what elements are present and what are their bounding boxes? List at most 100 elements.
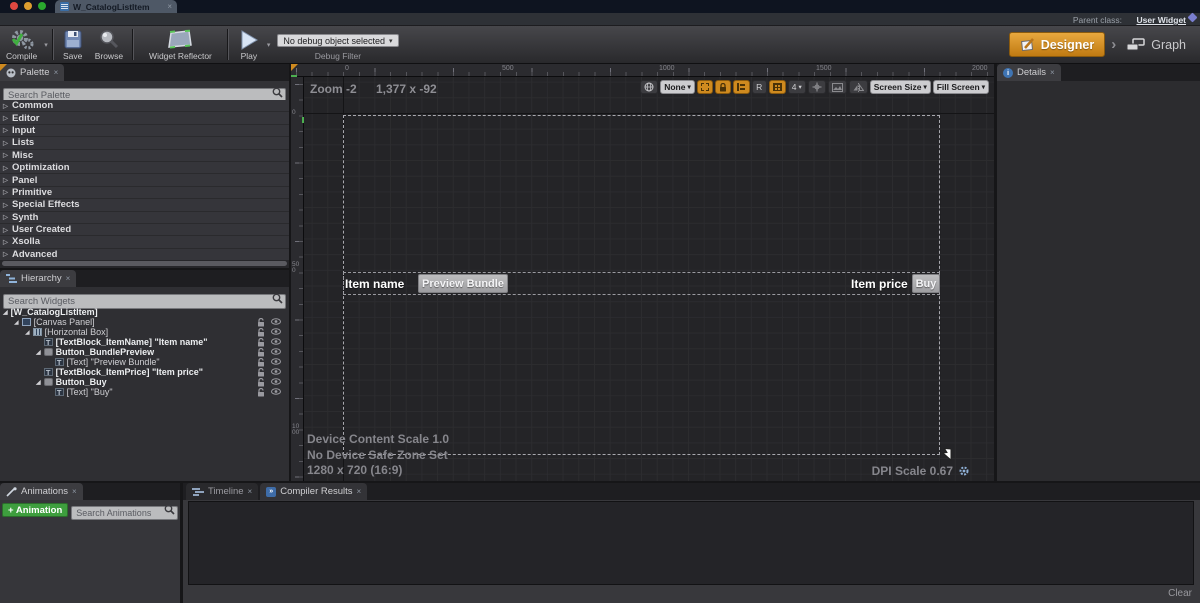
- lock-open-icon[interactable]: [257, 368, 265, 377]
- close-icon[interactable]: [1050, 69, 1055, 77]
- buy-button-widget[interactable]: Buy: [912, 274, 940, 293]
- collapse-arrow-icon[interactable]: [36, 379, 41, 386]
- tab-animations[interactable]: Animations: [0, 483, 83, 500]
- widget-reflector-button[interactable]: Widget Reflector: [137, 26, 224, 63]
- animation-search-input[interactable]: [71, 506, 178, 520]
- browse-button[interactable]: Browse: [89, 26, 129, 63]
- hierarchy-row[interactable]: Button_BundlePreview: [0, 347, 289, 357]
- hierarchy-row[interactable]: [Horizontal Box]: [0, 327, 289, 337]
- palette-category[interactable]: Editor: [0, 112, 289, 124]
- minimize-window-button[interactable]: [24, 2, 32, 10]
- palette-category[interactable]: Misc: [0, 150, 289, 162]
- screen-size-dropdown[interactable]: Screen Size: [870, 80, 931, 94]
- collapse-arrow-icon[interactable]: [25, 329, 30, 336]
- expand-arrow-icon[interactable]: [3, 126, 8, 134]
- palette-category[interactable]: Optimization: [0, 162, 289, 174]
- lock-open-icon[interactable]: [257, 358, 265, 367]
- hierarchy-row[interactable]: [TextBlock_ItemName] "Item name": [0, 337, 289, 347]
- eye-visibility-icon[interactable]: [271, 328, 281, 335]
- expand-arrow-icon[interactable]: [3, 164, 8, 172]
- respect-locks-button[interactable]: R: [752, 80, 767, 94]
- eye-visibility-icon[interactable]: [271, 318, 281, 325]
- close-icon[interactable]: [72, 488, 77, 496]
- expand-arrow-icon[interactable]: [3, 226, 8, 234]
- fill-screen-dropdown[interactable]: Fill Screen: [933, 80, 989, 94]
- eye-visibility-icon[interactable]: [271, 338, 281, 345]
- palette-category[interactable]: Panel: [0, 174, 289, 186]
- play-button[interactable]: Play: [232, 26, 266, 63]
- expand-arrow-icon[interactable]: [3, 151, 8, 159]
- compile-options-caret[interactable]: [44, 41, 48, 49]
- expand-arrow-icon[interactable]: [3, 176, 8, 184]
- palette-category[interactable]: Lists: [0, 137, 289, 149]
- expand-arrow-icon[interactable]: [3, 188, 8, 196]
- parent-class-link[interactable]: User Widget: [1136, 15, 1186, 25]
- canvas-area[interactable]: Zoom -2 1,377 x -92 None: [304, 77, 994, 481]
- expand-arrow-icon[interactable]: [3, 250, 8, 258]
- lock-open-icon[interactable]: [257, 328, 265, 337]
- debug-object-dropdown[interactable]: No debug object selected: [277, 34, 398, 47]
- flip-preview-button[interactable]: [849, 80, 868, 94]
- palette-category[interactable]: Synth: [0, 212, 289, 224]
- hierarchy-row[interactable]: [Canvas Panel]: [0, 317, 289, 327]
- tab-hierarchy[interactable]: Hierarchy: [0, 270, 76, 287]
- close-icon[interactable]: [357, 488, 362, 496]
- document-tab[interactable]: W_CatalogListItem: [55, 0, 177, 13]
- expand-arrow-icon[interactable]: [3, 238, 8, 246]
- palette-scrollbar[interactable]: [0, 260, 289, 268]
- grid-snap-toggle-button[interactable]: [769, 80, 786, 94]
- close-icon[interactable]: [66, 275, 71, 283]
- tab-timeline[interactable]: Timeline: [186, 483, 258, 500]
- collapse-arrow-icon[interactable]: [14, 319, 19, 326]
- compile-button[interactable]: Compile: [0, 26, 43, 63]
- collapse-arrow-icon[interactable]: [36, 349, 41, 356]
- item-price-textblock[interactable]: Item price: [851, 277, 908, 291]
- lock-open-icon[interactable]: [257, 338, 265, 347]
- hierarchy-row[interactable]: [Text] "Buy": [0, 387, 289, 397]
- palette-category[interactable]: Common: [0, 100, 289, 112]
- lock-widgets-button[interactable]: [715, 80, 731, 94]
- lock-open-icon[interactable]: [257, 388, 265, 397]
- preview-bundle-button-widget[interactable]: Preview Bundle: [418, 274, 508, 293]
- palette-category[interactable]: User Created: [0, 224, 289, 236]
- designer-mode-button[interactable]: Designer: [1009, 32, 1106, 57]
- lock-open-icon[interactable]: [257, 378, 265, 387]
- grid-snap-size-button[interactable]: 4: [788, 80, 806, 94]
- item-name-textblock[interactable]: Item name: [345, 277, 404, 291]
- save-button[interactable]: Save: [57, 26, 89, 63]
- hierarchy-row[interactable]: [Text] "Preview Bundle": [0, 357, 289, 367]
- expand-arrow-icon[interactable]: [3, 114, 8, 122]
- graph-mode-button[interactable]: Graph: [1122, 38, 1190, 52]
- expand-arrow-icon[interactable]: [3, 139, 8, 147]
- add-animation-button[interactable]: + Animation: [2, 503, 68, 517]
- collapse-arrow-icon[interactable]: [3, 309, 8, 316]
- transform-mode-button[interactable]: [808, 80, 826, 94]
- eye-visibility-icon[interactable]: [271, 378, 281, 385]
- tab-details[interactable]: i Details: [997, 64, 1061, 81]
- gear-settings-icon[interactable]: [958, 465, 970, 477]
- lock-open-icon[interactable]: [257, 348, 265, 357]
- close-icon[interactable]: [54, 69, 59, 77]
- expand-arrow-icon[interactable]: [3, 102, 8, 110]
- maximize-window-button[interactable]: [38, 2, 46, 10]
- expand-arrow-icon[interactable]: [3, 213, 8, 221]
- eye-visibility-icon[interactable]: [271, 388, 281, 395]
- preview-background-button[interactable]: [828, 80, 847, 94]
- eye-visibility-icon[interactable]: [271, 358, 281, 365]
- tab-compiler-results[interactable]: » Compiler Results: [260, 483, 367, 500]
- close-icon[interactable]: [167, 3, 172, 11]
- palette-category[interactable]: Primitive: [0, 187, 289, 199]
- palette-category[interactable]: Special Effects: [0, 199, 289, 211]
- hierarchy-row[interactable]: Button_Buy: [0, 377, 289, 387]
- tab-palette[interactable]: Palette: [0, 64, 64, 81]
- expand-arrow-icon[interactable]: [3, 201, 8, 209]
- close-icon[interactable]: [248, 488, 253, 496]
- anchor-dropdown[interactable]: None: [660, 80, 695, 94]
- eye-visibility-icon[interactable]: [271, 348, 281, 355]
- hierarchy-row[interactable]: [W_CatalogListItem]: [0, 307, 289, 317]
- localization-preview-button[interactable]: [640, 80, 658, 94]
- palette-category[interactable]: Input: [0, 125, 289, 137]
- outline-toggle-button[interactable]: [697, 80, 713, 94]
- lock-open-icon[interactable]: [257, 318, 265, 327]
- palette-category[interactable]: Xsolla: [0, 236, 289, 248]
